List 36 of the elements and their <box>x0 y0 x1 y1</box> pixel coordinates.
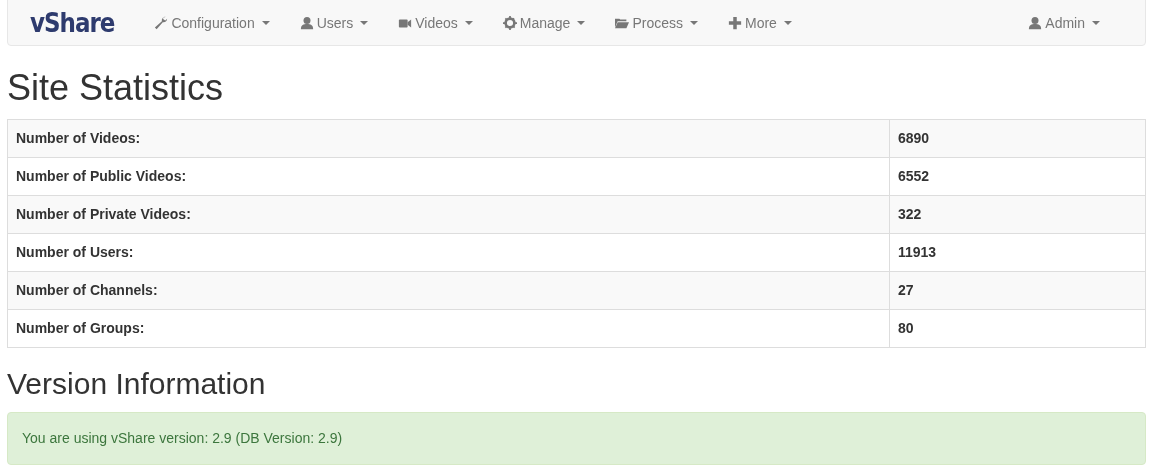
menu-item[interactable]: Configuration <box>139 12 285 34</box>
table-cell: 6890 <box>889 119 1146 158</box>
brand-logo[interactable]: vShare <box>30 3 115 43</box>
wrench-icon <box>154 16 169 30</box>
table-cell: 322 <box>889 195 1146 234</box>
table-cell: Number of Groups: <box>7 309 890 348</box>
table-cell: 6552 <box>889 157 1146 196</box>
table-cell: Number of Channels: <box>7 271 890 310</box>
caret-icon <box>261 21 270 25</box>
table-cell: Number of Videos: <box>7 119 890 158</box>
caret-icon <box>690 21 698 25</box>
table-cell: Number of Users: <box>7 233 890 272</box>
version-alert: You are using vShare version: 2.9 (DB Version: 2.9) <box>7 412 1146 466</box>
user-icon <box>299 16 314 30</box>
section-heading: Version Information <box>7 366 267 403</box>
settings-icon <box>502 16 517 30</box>
menu-item[interactable]: Users <box>284 12 384 34</box>
menu-item[interactable]: Process <box>600 12 713 34</box>
menu-item[interactable]: Videos <box>383 12 488 34</box>
caret-icon <box>464 21 473 25</box>
table-cell: Number of Public Videos: <box>7 157 890 196</box>
menu-item[interactable]: More <box>713 12 807 34</box>
table-cell: 11913 <box>889 233 1146 272</box>
caret-icon <box>1092 21 1100 25</box>
menu-item[interactable]: Admin <box>1013 12 1115 34</box>
plus-icon <box>728 16 742 30</box>
page-heading: Site Statistics <box>7 66 225 110</box>
caret-icon <box>360 21 369 25</box>
caret-icon <box>783 21 792 25</box>
menu-item[interactable]: Manage <box>487 12 601 34</box>
table-cell: 27 <box>889 271 1146 310</box>
table-cell: Number of Private Videos: <box>7 195 890 234</box>
user-icon <box>1028 16 1043 30</box>
caret-icon <box>577 21 586 25</box>
table-cell: 80 <box>889 309 1146 348</box>
folder-icon <box>615 16 630 30</box>
